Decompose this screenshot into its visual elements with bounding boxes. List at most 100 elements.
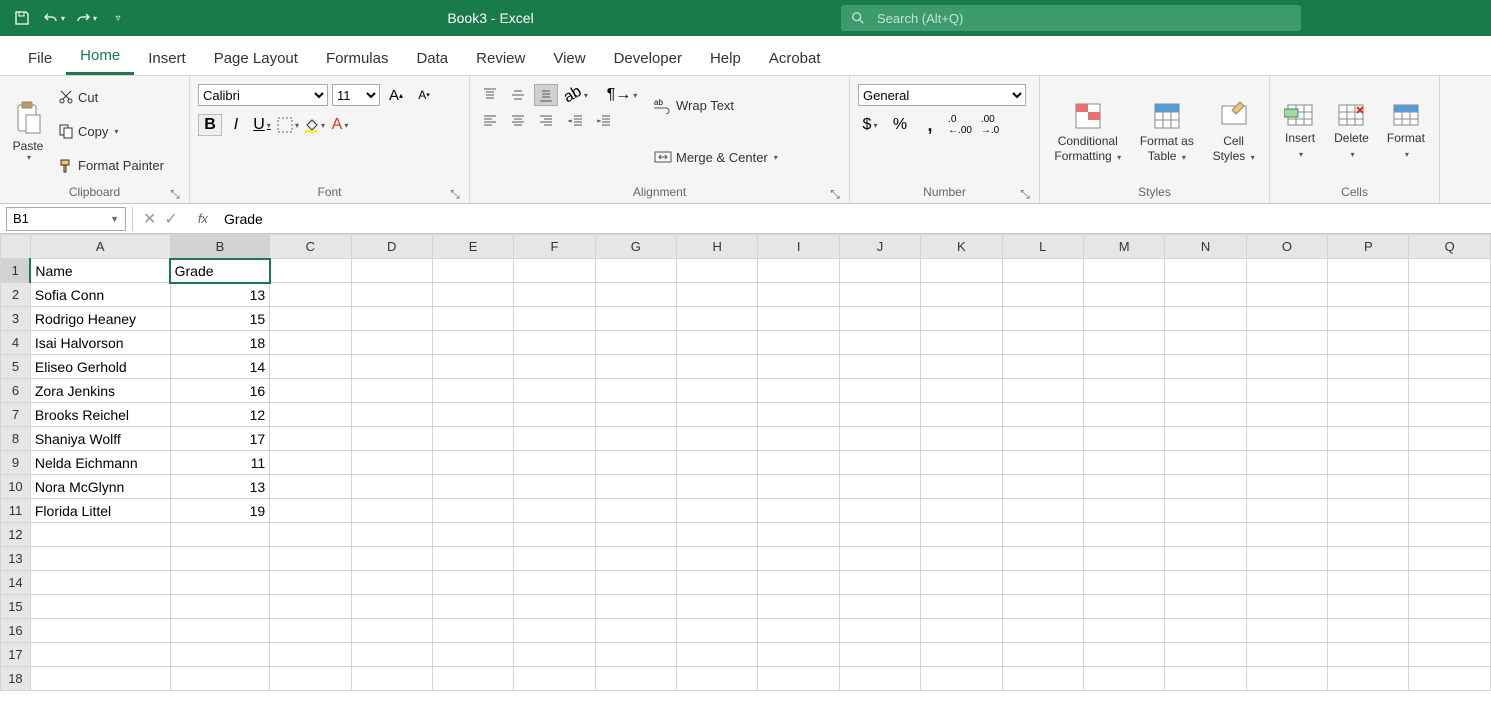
cell-J6[interactable] xyxy=(839,379,920,403)
cell-E10[interactable] xyxy=(432,475,513,499)
cell-D7[interactable] xyxy=(351,403,432,427)
cell-I16[interactable] xyxy=(758,619,839,643)
cell-F9[interactable] xyxy=(514,451,595,475)
cell-P12[interactable] xyxy=(1328,523,1409,547)
cell-N1[interactable] xyxy=(1165,259,1246,283)
cell-F1[interactable] xyxy=(514,259,595,283)
spreadsheet-grid[interactable]: ABCDEFGHIJKLMNOPQ1NameGrade2Sofia Conn13… xyxy=(0,234,1491,691)
cell-Q1[interactable] xyxy=(1409,259,1491,283)
cell-C10[interactable] xyxy=(270,475,351,499)
cell-P18[interactable] xyxy=(1328,667,1409,691)
cell-E4[interactable] xyxy=(432,331,513,355)
cell-K5[interactable] xyxy=(921,355,1002,379)
tab-view[interactable]: View xyxy=(539,42,599,75)
cell-P2[interactable] xyxy=(1328,283,1409,307)
cancel-formula-icon[interactable]: ✕ xyxy=(143,209,156,229)
clipboard-launcher-icon[interactable]: ⤡ xyxy=(169,187,181,199)
cell-F5[interactable] xyxy=(514,355,595,379)
increase-decimal-icon[interactable]: .0←.00 xyxy=(948,114,972,136)
row-header-7[interactable]: 7 xyxy=(1,403,31,427)
cell-I3[interactable] xyxy=(758,307,839,331)
cell-N16[interactable] xyxy=(1165,619,1246,643)
cell-M10[interactable] xyxy=(1083,475,1164,499)
tab-formulas[interactable]: Formulas xyxy=(312,42,403,75)
cell-B10[interactable]: 13 xyxy=(170,475,270,499)
cell-D16[interactable] xyxy=(351,619,432,643)
cell-B13[interactable] xyxy=(170,547,270,571)
align-bottom-icon[interactable] xyxy=(534,84,558,106)
cell-H17[interactable] xyxy=(677,643,758,667)
cell-J18[interactable] xyxy=(839,667,920,691)
cell-G18[interactable] xyxy=(595,667,676,691)
cell-N4[interactable] xyxy=(1165,331,1246,355)
cell-P14[interactable] xyxy=(1328,571,1409,595)
cell-H9[interactable] xyxy=(677,451,758,475)
cell-Q10[interactable] xyxy=(1409,475,1491,499)
cell-C18[interactable] xyxy=(270,667,351,691)
formula-input[interactable] xyxy=(218,211,1491,227)
cell-H16[interactable] xyxy=(677,619,758,643)
tab-home[interactable]: Home xyxy=(66,39,134,75)
cell-I4[interactable] xyxy=(758,331,839,355)
cell-E6[interactable] xyxy=(432,379,513,403)
cell-Q6[interactable] xyxy=(1409,379,1491,403)
cell-B6[interactable]: 16 xyxy=(170,379,270,403)
cell-P9[interactable] xyxy=(1328,451,1409,475)
cell-K11[interactable] xyxy=(921,499,1002,523)
search-box[interactable]: Search (Alt+Q) xyxy=(841,5,1301,31)
cell-F7[interactable] xyxy=(514,403,595,427)
cell-D6[interactable] xyxy=(351,379,432,403)
row-header-11[interactable]: 11 xyxy=(1,499,31,523)
cell-J12[interactable] xyxy=(839,523,920,547)
fill-color-button[interactable]: ▾ xyxy=(302,114,326,136)
cell-B14[interactable] xyxy=(170,571,270,595)
cell-C4[interactable] xyxy=(270,331,351,355)
cell-K2[interactable] xyxy=(921,283,1002,307)
cell-H11[interactable] xyxy=(677,499,758,523)
cell-L6[interactable] xyxy=(1002,379,1083,403)
cell-A2[interactable]: Sofia Conn xyxy=(30,283,170,307)
cell-N11[interactable] xyxy=(1165,499,1246,523)
col-header-H[interactable]: H xyxy=(677,235,758,259)
cell-B3[interactable]: 15 xyxy=(170,307,270,331)
cell-C12[interactable] xyxy=(270,523,351,547)
cell-I7[interactable] xyxy=(758,403,839,427)
cell-G11[interactable] xyxy=(595,499,676,523)
col-header-I[interactable]: I xyxy=(758,235,839,259)
cell-O10[interactable] xyxy=(1246,475,1327,499)
cell-P7[interactable] xyxy=(1328,403,1409,427)
cell-I1[interactable] xyxy=(758,259,839,283)
cell-J15[interactable] xyxy=(839,595,920,619)
cell-J3[interactable] xyxy=(839,307,920,331)
undo-icon[interactable]: ▾ xyxy=(40,4,68,32)
cell-E12[interactable] xyxy=(432,523,513,547)
cell-E14[interactable] xyxy=(432,571,513,595)
cell-I6[interactable] xyxy=(758,379,839,403)
cell-K16[interactable] xyxy=(921,619,1002,643)
select-all-corner[interactable] xyxy=(1,235,31,259)
cell-Q16[interactable] xyxy=(1409,619,1491,643)
cell-C13[interactable] xyxy=(270,547,351,571)
cell-C8[interactable] xyxy=(270,427,351,451)
tab-help[interactable]: Help xyxy=(696,42,755,75)
col-header-L[interactable]: L xyxy=(1002,235,1083,259)
cell-F13[interactable] xyxy=(514,547,595,571)
row-header-6[interactable]: 6 xyxy=(1,379,31,403)
tab-developer[interactable]: Developer xyxy=(600,42,696,75)
cell-C6[interactable] xyxy=(270,379,351,403)
cell-B17[interactable] xyxy=(170,643,270,667)
cell-G13[interactable] xyxy=(595,547,676,571)
cell-H7[interactable] xyxy=(677,403,758,427)
cell-A13[interactable] xyxy=(30,547,170,571)
cell-H4[interactable] xyxy=(677,331,758,355)
cut-button[interactable]: Cut xyxy=(54,87,168,107)
cell-E9[interactable] xyxy=(432,451,513,475)
underline-button[interactable]: U▾ xyxy=(250,114,274,136)
cell-M2[interactable] xyxy=(1083,283,1164,307)
cell-E11[interactable] xyxy=(432,499,513,523)
save-icon[interactable] xyxy=(8,4,36,32)
cell-K18[interactable] xyxy=(921,667,1002,691)
format-cells-button[interactable]: Format▾ xyxy=(1383,80,1429,183)
cell-O13[interactable] xyxy=(1246,547,1327,571)
cell-C11[interactable] xyxy=(270,499,351,523)
